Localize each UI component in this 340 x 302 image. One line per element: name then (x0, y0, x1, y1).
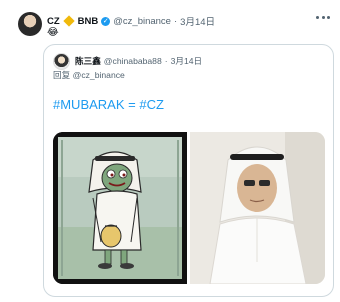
tweet-header: CZ BNB ✓ @cz_binance · 3月14日 (47, 14, 215, 28)
hashtag-mubarak[interactable]: #MUBARAK (53, 97, 125, 112)
author-avatar[interactable] (18, 12, 42, 36)
cartoon-character-image[interactable] (53, 132, 187, 284)
tweet-date[interactable]: 3月14日 (180, 14, 215, 28)
quoted-text: #MUBARAK = #CZ (53, 97, 164, 112)
quoted-author-handle: @chinababa88 (103, 56, 162, 66)
header-separator: · (173, 15, 178, 27)
portrait-photo[interactable] (190, 132, 325, 284)
quoted-header: 陈三鑫 @chinababa88 · 3月14日 (75, 55, 202, 67)
reply-prefix: 回复 (53, 70, 71, 80)
quoted-author-name: 陈三鑫 (75, 56, 101, 66)
affiliate-badge-text: BNB (77, 15, 99, 27)
quoted-author-avatar (53, 53, 70, 70)
tweet-card[interactable]: CZ BNB ✓ @cz_binance · 3月14日 😂 陈三鑫 @chin… (0, 0, 340, 302)
reply-context: 回复 @cz_binance (53, 69, 125, 81)
quoted-tweet[interactable]: 陈三鑫 @chinababa88 · 3月14日 回复 @cz_binance … (43, 44, 334, 297)
author-handle[interactable]: @cz_binance (113, 16, 171, 27)
bnb-diamond-icon (63, 15, 75, 27)
hashtag-cz[interactable]: #CZ (139, 97, 164, 112)
tweet-text-emoji: 😂 (47, 27, 59, 38)
verified-icon: ✓ (101, 16, 111, 26)
quoted-date: 3月14日 (170, 56, 203, 66)
reply-to-handle[interactable]: @cz_binance (73, 70, 125, 80)
more-options-icon[interactable] (316, 12, 330, 22)
author-name[interactable]: CZ (47, 16, 60, 27)
quoted-separator: · (164, 56, 168, 66)
equals-sign: = (128, 97, 136, 112)
